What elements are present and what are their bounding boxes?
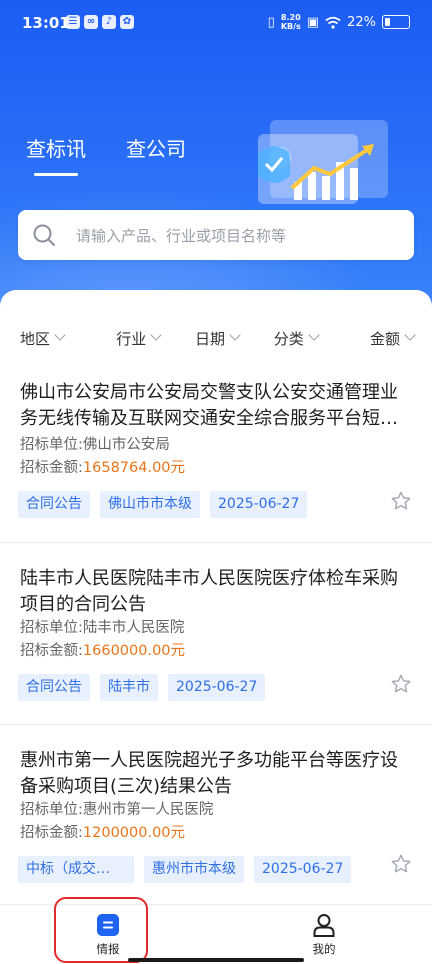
app-notification-icon: ☰ — [66, 15, 80, 29]
listing-amount: 招标金额:1200000.00元 — [20, 825, 186, 841]
app-screen: 13:01 ☰ ∞ ♪ ✿ ▯ 8.20 KB/s ▣ 22% 查标讯 查公司 … — [0, 0, 432, 964]
listing-title[interactable]: 惠州市第一人民医院超光子多功能平台等医疗设备采购项目(三次)结果公告 — [20, 748, 412, 800]
chart-illustration — [258, 120, 388, 204]
divider — [0, 724, 432, 725]
tag-date: 2025-06-27 — [210, 491, 308, 518]
status-time: 13:01 — [22, 14, 70, 32]
list-item[interactable]: 佛山市公安局市公安局交警支队公安交通管理业务无线传输及互联网交通安全综合服务平台… — [0, 380, 432, 540]
status-bar: 13:01 ☰ ∞ ♪ ✿ ▯ 8.20 KB/s ▣ 22% — [0, 0, 432, 50]
star-icon[interactable] — [390, 673, 412, 695]
sim-icon: ▣ — [306, 14, 320, 30]
tag-category: 合同公告 — [18, 674, 90, 701]
nav-label: 我的 — [312, 942, 336, 956]
tag-list: 合同公告 陆丰市 2025-06-27 — [18, 674, 266, 701]
chevron-down-icon — [150, 329, 162, 341]
tag-category: 合同公告 — [18, 491, 90, 518]
filter-amount[interactable]: 金额 — [335, 326, 432, 350]
app-notification-icon: ✿ — [120, 15, 134, 29]
network-speed: 8.20 KB/s — [280, 13, 301, 31]
battery-icon — [382, 15, 410, 29]
listing-unit: 招标单位:佛山市公安局 — [20, 437, 170, 453]
tag-date: 2025-06-27 — [254, 856, 352, 883]
tab-bid-info[interactable]: 查标讯 — [26, 133, 86, 176]
filter-region[interactable]: 地区 — [0, 326, 99, 350]
list-item[interactable]: 惠州市第一人民医院超光子多功能平台等医疗设备采购项目(三次)结果公告 招标单位:… — [0, 748, 432, 888]
search-icon — [33, 224, 55, 246]
tag-region: 陆丰市 — [100, 674, 158, 701]
tiktok-icon: ♪ — [102, 15, 116, 29]
search-bar[interactable]: 请输入产品、行业或项目名称等 — [18, 210, 414, 260]
filter-date[interactable]: 日期 — [178, 326, 257, 350]
vibrate-icon: ▯ — [267, 14, 275, 30]
tag-list: 中标（成交… 惠州市市本级 2025-06-27 — [18, 856, 352, 883]
chevron-down-icon — [229, 329, 241, 341]
listing-unit: 招标单位:惠州市第一人民医院 — [20, 802, 214, 818]
tag-list: 合同公告 佛山市市本级 2025-06-27 — [18, 491, 308, 518]
tag-region: 惠州市市本级 — [144, 856, 244, 883]
list-item[interactable]: 陆丰市人民医院陆丰市人民医院医疗体检车采购项目的合同公告 招标单位:陆丰市人民医… — [0, 566, 432, 706]
filter-category[interactable]: 分类 — [256, 326, 335, 350]
chevron-down-icon — [404, 329, 416, 341]
battery-percent: 22% — [347, 14, 376, 30]
filter-bar: 地区 行业 日期 分类 金额 — [0, 326, 432, 350]
listing-unit: 招标单位:陆丰市人民医院 — [20, 620, 185, 636]
highlight-box — [54, 897, 148, 963]
header-tabs: 查标讯 查公司 — [26, 133, 186, 176]
tag-region: 佛山市市本级 — [100, 491, 200, 518]
star-icon[interactable] — [390, 853, 412, 875]
listing-amount: 招标金额:1658764.00元 — [20, 460, 186, 476]
wifi-icon — [325, 16, 341, 29]
search-input[interactable]: 请输入产品、行业或项目名称等 — [76, 225, 286, 246]
app-notification-icon: ∞ — [84, 15, 98, 29]
filter-industry[interactable]: 行业 — [99, 326, 178, 350]
person-icon — [313, 914, 335, 937]
notification-icons: ☰ ∞ ♪ ✿ — [66, 15, 134, 29]
home-indicator — [128, 958, 304, 962]
star-icon[interactable] — [390, 490, 412, 512]
tab-company[interactable]: 查公司 — [126, 133, 186, 162]
status-right: ▯ 8.20 KB/s ▣ 22% — [268, 13, 410, 31]
divider — [0, 542, 432, 543]
listing-title[interactable]: 佛山市公安局市公安局交警支队公安交通管理业务无线传输及互联网交通安全综合服务平台… — [20, 380, 412, 432]
listing-amount: 招标金额:1660000.00元 — [20, 643, 186, 659]
nav-profile[interactable]: 我的 — [274, 913, 374, 957]
tag-date: 2025-06-27 — [168, 674, 266, 701]
tag-category: 中标（成交… — [18, 856, 134, 883]
hero-banner: 13:01 ☰ ∞ ♪ ✿ ▯ 8.20 KB/s ▣ 22% 查标讯 查公司 … — [0, 0, 432, 330]
chevron-down-icon — [308, 329, 320, 341]
chevron-down-icon — [54, 329, 66, 341]
listing-title[interactable]: 陆丰市人民医院陆丰市人民医院医疗体检车采购项目的合同公告 — [20, 566, 412, 618]
